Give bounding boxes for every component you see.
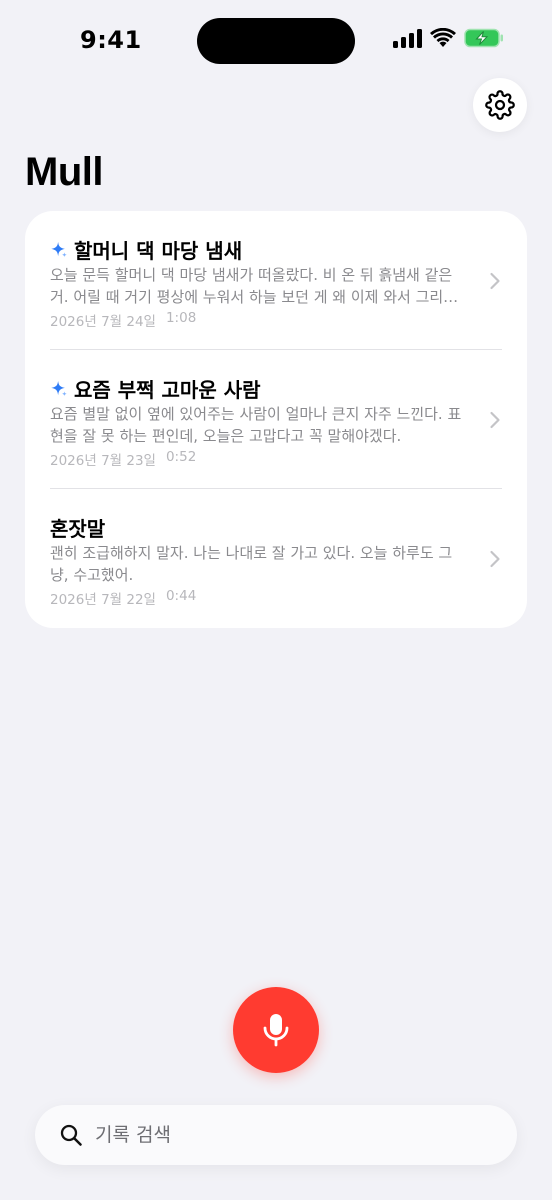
search-bar[interactable] — [35, 1105, 517, 1165]
status-icons — [393, 28, 504, 48]
chevron-right-icon — [490, 272, 500, 290]
gear-icon — [485, 90, 515, 120]
microphone-icon — [263, 1014, 289, 1047]
entry-preview: 요즘 별말 없이 옆에 있어주는 사람이 얼마나 큰지 자주 느낀다. 표현을 … — [50, 405, 462, 445]
dynamic-island — [197, 18, 355, 64]
settings-button[interactable] — [473, 78, 527, 132]
list-item[interactable]: 할머니 댁 마당 냄새 오늘 문득 할머니 댁 마당 냄새가 떠올랐다. 비 온… — [25, 211, 527, 350]
entry-title: 할머니 댁 마당 냄새 — [74, 239, 243, 263]
entry-duration: 1:08 — [165, 310, 197, 326]
cellular-signal-icon — [393, 28, 422, 48]
chevron-right-icon — [490, 411, 500, 429]
chevron-right-icon — [490, 550, 500, 568]
entry-title: 혼잣말 — [50, 517, 106, 541]
status-time: 9:41 — [80, 26, 142, 54]
entry-preview: 오늘 문득 할머니 댁 마당 냄새가 떠올랐다. 비 온 뒤 흙냄새 같은 거.… — [50, 266, 459, 306]
search-icon — [60, 1124, 82, 1146]
entry-duration: 0:52 — [165, 449, 197, 465]
entry-title-row: 할머니 댁 마당 냄새 — [50, 235, 242, 264]
record-button[interactable] — [233, 987, 319, 1073]
entry-meta: 2026년 7월 22일 0:44 — [50, 588, 196, 608]
list-item[interactable]: 요즘 부쩍 고마운 사람 요즘 별말 없이 옆에 있어주는 사람이 얼마나 큰지… — [25, 350, 527, 489]
entry-meta: 2026년 7월 24일 1:08 — [50, 310, 196, 330]
entry-preview: 괜히 조급해하지 말자. 나는 나대로 잘 가고 있다. 오늘 하루도 그냥, … — [50, 544, 453, 584]
entry-title: 요즘 부쩍 고마운 사람 — [74, 378, 261, 402]
sparkle-icon — [51, 380, 67, 396]
battery-charging-icon — [464, 28, 503, 48]
page-title: Mull — [25, 150, 103, 194]
wifi-icon — [430, 28, 456, 47]
entry-date: 2026년 7월 24일 — [50, 314, 156, 330]
sparkle-icon — [51, 241, 67, 257]
list-item[interactable]: 혼잣말 괜히 조급해하지 말자. 나는 나대로 잘 가고 있다. 오늘 하루도 … — [25, 489, 527, 628]
entry-meta: 2026년 7월 23일 0:52 — [50, 449, 196, 469]
status-bar: 9:41 — [0, 0, 552, 80]
entry-date: 2026년 7월 23일 — [50, 453, 156, 469]
entry-duration: 0:44 — [165, 588, 197, 604]
entry-title-row: 요즘 부쩍 고마운 사람 — [50, 374, 261, 403]
entry-title-row: 혼잣말 — [50, 513, 105, 542]
search-input[interactable] — [93, 1114, 487, 1156]
entries-list: 할머니 댁 마당 냄새 오늘 문득 할머니 댁 마당 냄새가 떠올랐다. 비 온… — [25, 211, 527, 628]
entry-date: 2026년 7월 22일 — [50, 592, 156, 608]
